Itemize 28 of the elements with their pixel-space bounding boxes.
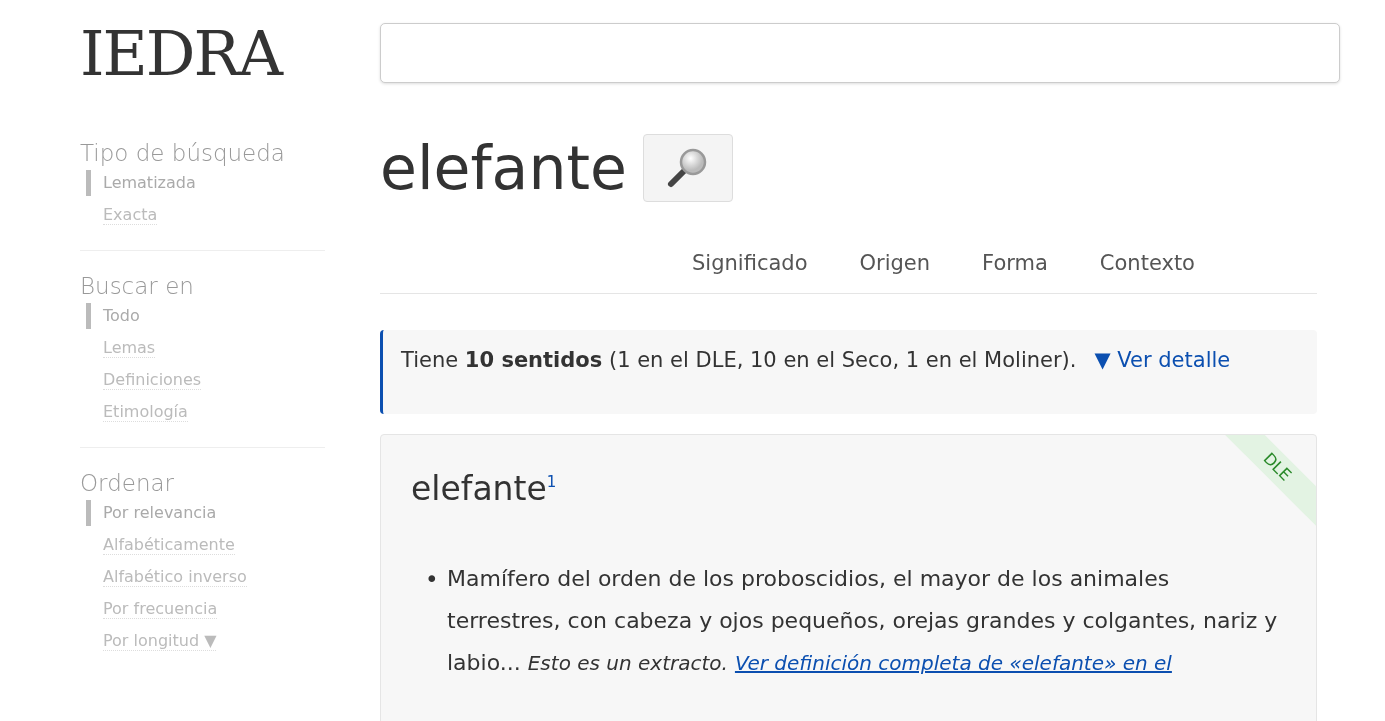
filter-option[interactable]: Todo bbox=[86, 303, 140, 329]
filter-heading: Ordenar bbox=[80, 470, 175, 496]
filter-option[interactable]: Por frecuencia bbox=[86, 596, 218, 622]
tab[interactable]: Significado bbox=[692, 251, 808, 275]
definition-text: Mamífero del orden de los proboscidios, el mayor de los animales terrestres, con cabeza y ojos pequeños, orejas grandes y colgantes, nariz y labio... Esto es un extracto. Ver definición completa de «elefante» en el bbox=[447, 565, 1279, 677]
filter-option[interactable]: Alfabético inverso bbox=[86, 564, 247, 590]
word-title: elefante bbox=[380, 133, 627, 203]
tab[interactable]: Contexto bbox=[1099, 251, 1195, 275]
filter-option[interactable]: Etimología bbox=[86, 399, 188, 425]
logo[interactable]: IEDRA bbox=[80, 18, 325, 90]
entry-headword: elefante$^{1}$ bbox=[411, 469, 557, 508]
filter-option[interactable]: Por relevancia bbox=[86, 500, 217, 526]
details-link[interactable]: ▼ Ver detalle bbox=[1094, 348, 1231, 372]
bullet-mark: • bbox=[425, 565, 440, 594]
search-field[interactable] bbox=[380, 23, 1340, 83]
tab[interactable]: Forma bbox=[982, 251, 1048, 275]
filter-option[interactable]: Lemas bbox=[86, 335, 156, 361]
search-button[interactable] bbox=[642, 134, 733, 202]
senses-summary: Tiene 10 sentidos (1 en el DLE, 10 en el Seco, 1 en el Moliner). bbox=[401, 348, 1077, 372]
filter-option[interactable]: Lematizada bbox=[86, 170, 196, 196]
filter-option[interactable]: Por longitud ▼ bbox=[86, 628, 217, 654]
full-definition-link[interactable]: Ver definición completa de «elefante» en el bbox=[734, 651, 1172, 675]
tab[interactable]: Origen bbox=[859, 251, 931, 275]
filter-option[interactable]: Definiciones bbox=[86, 367, 202, 393]
filter-option[interactable]: Exacta bbox=[86, 202, 158, 228]
filter-heading: Tipo de búsqueda bbox=[80, 140, 285, 166]
filter-option[interactable]: Alfabéticamente bbox=[86, 532, 235, 558]
filter-heading: Buscar en bbox=[80, 273, 194, 299]
